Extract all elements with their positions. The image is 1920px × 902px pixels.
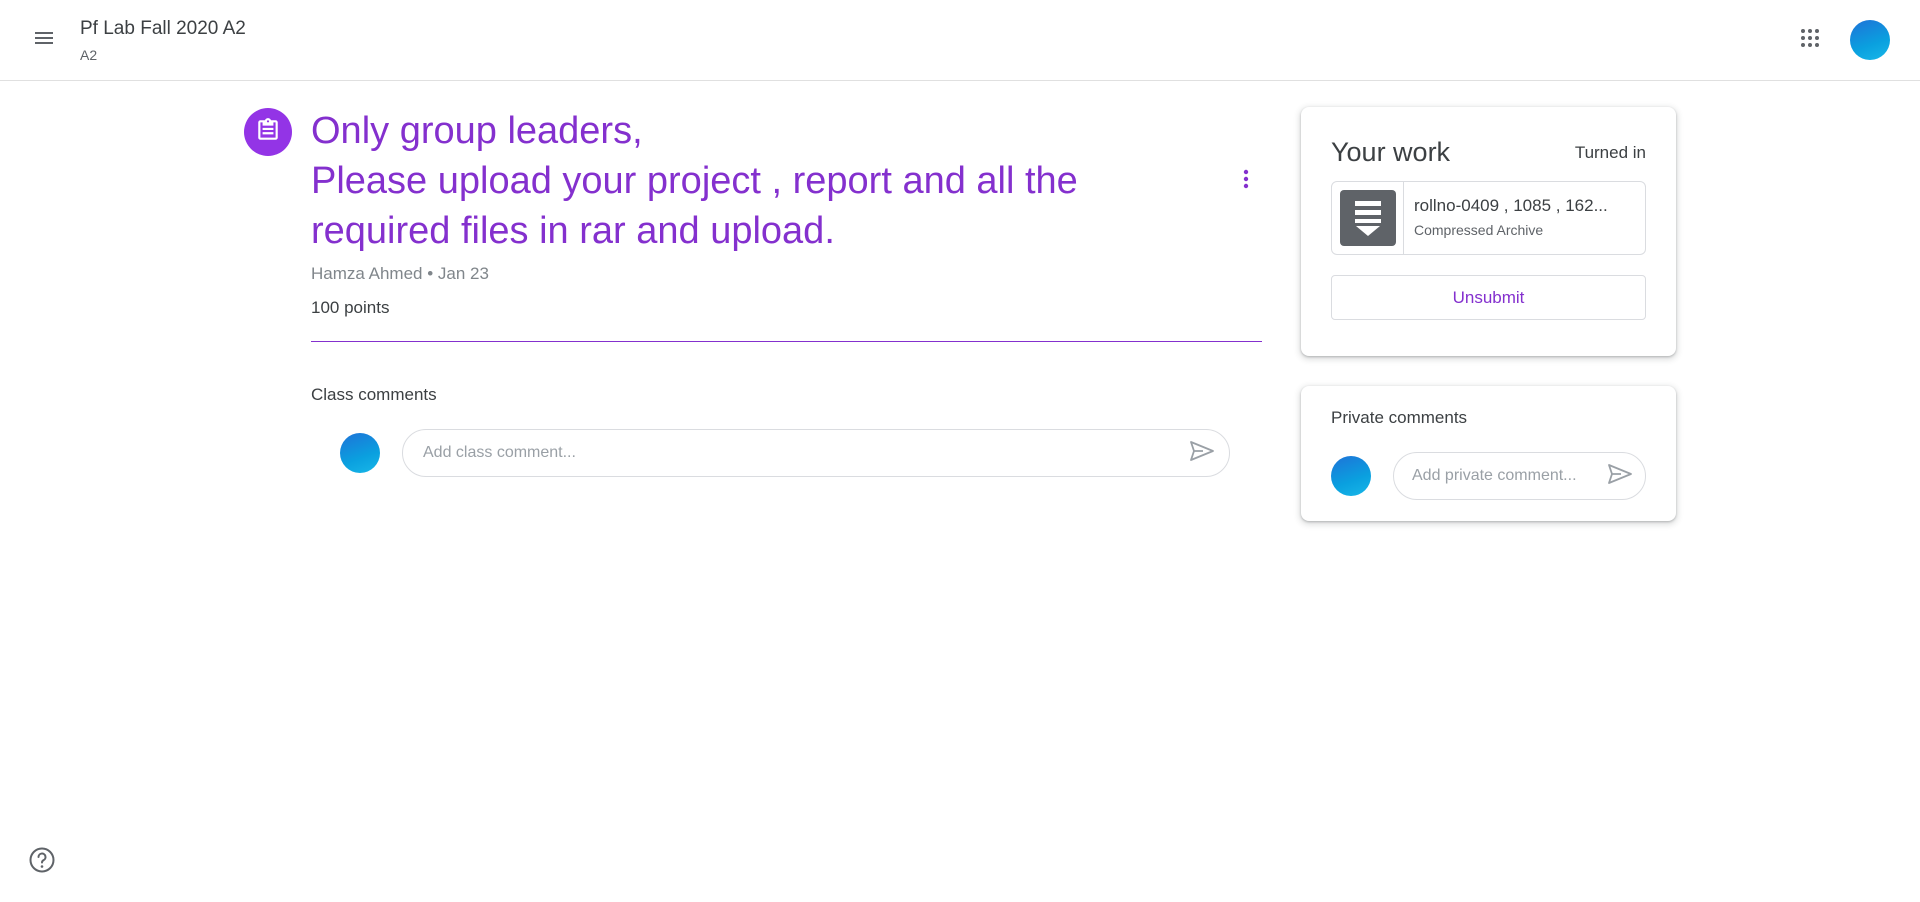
- your-work-title: Your work: [1331, 137, 1451, 167]
- file-thumbnail: [1332, 182, 1404, 254]
- google-apps-button[interactable]: [1786, 16, 1834, 64]
- private-comment-send-button[interactable]: [1604, 461, 1636, 491]
- class-comments-label: Class comments: [311, 385, 437, 404]
- file-name: rollno-0409 , 1085 , 162...: [1414, 196, 1608, 215]
- assignment-date: Jan 23: [437, 264, 489, 283]
- private-comments-title: Private comments: [1331, 408, 1468, 427]
- assignment-points: 100 points: [311, 298, 390, 317]
- hamburger-menu-icon: [32, 26, 56, 55]
- main-menu-button[interactable]: [20, 16, 68, 64]
- class-comment-input[interactable]: [402, 429, 1230, 477]
- title-divider: [311, 341, 1262, 342]
- attached-file[interactable]: rollno-0409 , 1085 , 162... Compressed A…: [1331, 181, 1646, 255]
- assignment-clipboard-icon: [255, 117, 281, 148]
- top-app-bar: Pf Lab Fall 2020 A2 A2: [0, 0, 1920, 81]
- assignment-icon-badge: [244, 108, 292, 156]
- assignment-author: Hamza Ahmed: [311, 264, 423, 283]
- commenter-avatar: [1331, 456, 1371, 496]
- your-work-card: Your work Turned in rollno-0409 , 1085 ,…: [1301, 107, 1676, 356]
- assignment-meta: Hamza Ahmed • Jan 23: [311, 264, 489, 284]
- more-vert-icon: [1234, 167, 1258, 196]
- google-apps-grid-icon: [1798, 26, 1822, 55]
- help-circle-icon: [28, 846, 56, 879]
- more-options-button[interactable]: [1222, 161, 1270, 201]
- assignment-title: Only group leaders, Please upload your p…: [311, 106, 1151, 256]
- send-icon: [1607, 462, 1633, 491]
- commenter-avatar: [340, 433, 380, 473]
- account-avatar[interactable]: [1850, 20, 1890, 60]
- archive-download-icon: [1339, 190, 1396, 246]
- class-section: A2: [80, 47, 98, 63]
- private-comments-card: Private comments: [1301, 386, 1676, 521]
- send-icon: [1189, 439, 1215, 468]
- meta-separator: •: [427, 264, 434, 283]
- help-button[interactable]: [24, 844, 60, 880]
- file-info: rollno-0409 , 1085 , 162... Compressed A…: [1404, 182, 1644, 254]
- file-type: Compressed Archive: [1414, 222, 1544, 238]
- submission-status: Turned in: [1574, 143, 1646, 162]
- assignment-title-line: required files in rar and upload.: [311, 210, 835, 252]
- unsubmit-button[interactable]: Unsubmit: [1331, 275, 1646, 320]
- class-title[interactable]: Pf Lab Fall 2020 A2: [80, 18, 246, 40]
- assignment-title-line: Please upload your project , report and …: [311, 160, 1078, 202]
- assignment-title-line: Only group leaders,: [311, 110, 643, 152]
- class-comment-send-button[interactable]: [1186, 438, 1218, 468]
